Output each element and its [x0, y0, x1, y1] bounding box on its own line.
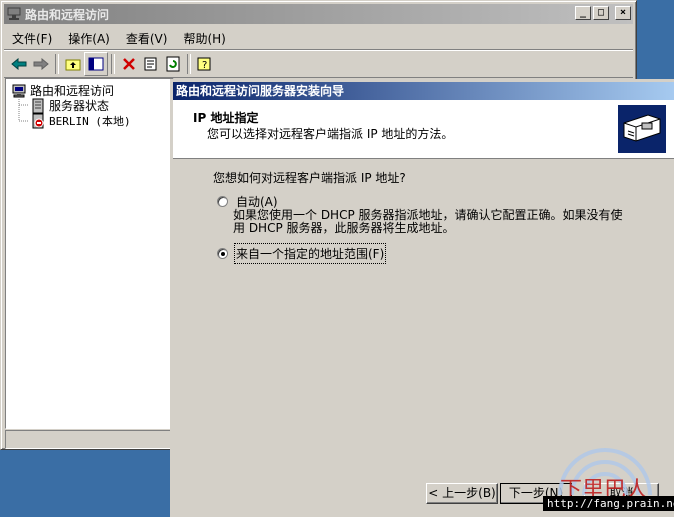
menu-action[interactable]: 操作(A): [60, 30, 118, 47]
automatic-description-line2: 用 DHCP 服务器，此服务器将生成地址。: [233, 221, 455, 235]
server-stopped-icon: [32, 113, 44, 129]
wizard-header: IP 地址指定 您可以选择对远程客户端指派 IP 地址的方法。: [173, 100, 674, 159]
delete-icon[interactable]: [118, 53, 140, 75]
rras-app-icon: [7, 7, 21, 20]
menu-bar: 文件(F) 操作(A) 查看(V) 帮助(H): [4, 27, 633, 50]
tree-item-label: BERLIN (本地): [49, 115, 131, 128]
close-button[interactable]: ×: [615, 6, 631, 20]
main-window-title: 路由和远程访问: [25, 7, 110, 22]
menu-view[interactable]: 查看(V): [118, 30, 176, 47]
radio-automatic-circle[interactable]: [217, 196, 228, 207]
wizard-header-subtitle: 您可以选择对远程客户端指派 IP 地址的方法。: [207, 127, 454, 141]
server-status-icon: [32, 98, 44, 113]
watermark-url: http://fang.prain.net: [543, 496, 674, 511]
maximize-button[interactable]: □: [593, 6, 609, 20]
svg-text:?: ?: [202, 60, 207, 71]
wizard-title[interactable]: 路由和远程访问服务器安装向导: [173, 82, 674, 100]
ip-assignment-question: 您想如何对远程客户端指派 IP 地址?: [213, 171, 406, 185]
automatic-description: 如果您使用一个 DHCP 服务器指派地址，请确认它配置正确。如果没有使 用 DH…: [233, 209, 633, 235]
tree-item-server-status[interactable]: 服务器状态: [30, 97, 109, 114]
help-icon[interactable]: ?: [194, 53, 216, 75]
menu-file[interactable]: 文件(F): [4, 30, 60, 47]
back-button[interactable]: < 上一步(B): [426, 483, 498, 504]
main-titlebar[interactable]: 路由和远程访问 _ □ ×: [4, 4, 633, 24]
console-tree[interactable]: 路由和远程访问 服务器状态 BERLIN (本地): [5, 78, 174, 429]
tree-item-berlin[interactable]: BERLIN (本地): [30, 113, 131, 129]
status-bar: [5, 430, 174, 449]
radio-address-range[interactable]: 来自一个指定的地址范围(F): [217, 243, 387, 264]
refresh-icon[interactable]: [162, 53, 184, 75]
back-arrow-icon[interactable]: [8, 53, 30, 75]
minimize-button[interactable]: _: [575, 6, 591, 20]
forward-arrow-icon[interactable]: [30, 53, 52, 75]
show-tree-icon[interactable]: [84, 52, 108, 76]
radio-address-range-circle[interactable]: [217, 248, 228, 259]
tree-lines: [18, 97, 29, 122]
up-folder-icon[interactable]: [62, 53, 84, 75]
properties-icon[interactable]: [140, 53, 162, 75]
toolbar: ?: [4, 50, 633, 78]
tree-item-label: 服务器状态: [49, 99, 110, 113]
menu-help[interactable]: 帮助(H): [175, 30, 233, 47]
network-card-icon: [618, 105, 666, 153]
radio-address-range-label[interactable]: 来自一个指定的地址范围(F): [233, 243, 387, 264]
wizard-header-title: IP 地址指定: [193, 111, 259, 125]
